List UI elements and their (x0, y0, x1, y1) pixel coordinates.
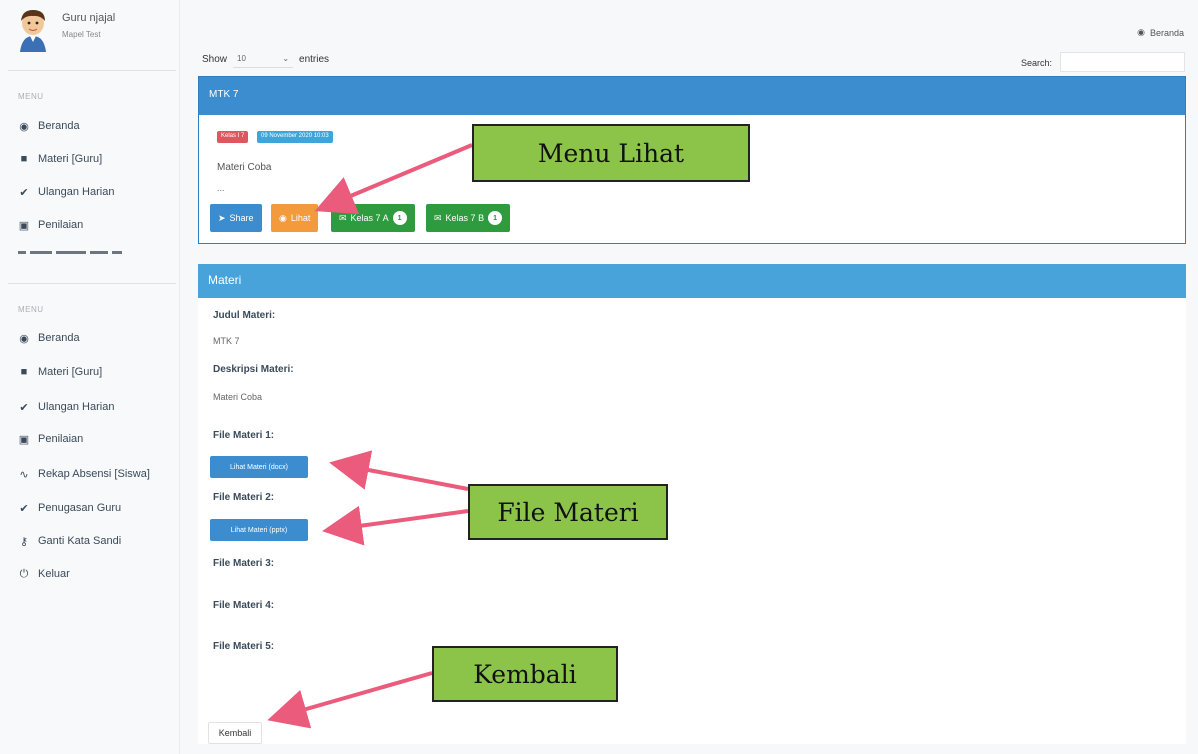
callout-menu-lihat: Menu Lihat (472, 124, 750, 182)
callout-file-materi: File Materi (468, 484, 668, 540)
avatar (20, 10, 46, 52)
dashboard-icon: ◉ (19, 332, 29, 345)
sidebar-item-label: Materi [Guru] (38, 366, 103, 378)
entries-select[interactable]: 10 ⌄ (233, 50, 294, 68)
user-profile: Guru njajal Mapel Test (14, 8, 174, 54)
sidebar-item-label: Beranda (38, 120, 80, 132)
entries-value: 10 (237, 54, 246, 63)
lihat-label: Lihat (290, 213, 311, 223)
sidebar-item-label: Penilaian (38, 219, 84, 231)
divider (8, 283, 176, 284)
deskripsi-materi-label: Deskripsi Materi: (213, 364, 294, 375)
sidebar-item-label: Beranda (38, 332, 80, 344)
sidebar-item-label: Materi [Guru] (38, 153, 103, 165)
file-materi-5-label: File Materi 5: (213, 641, 275, 652)
sidebar-item-label: Ulangan Harian (38, 186, 115, 198)
power-icon: ⏻ (19, 567, 29, 580)
count-badge: 1 (488, 211, 503, 225)
user-name: Guru njajal (62, 12, 116, 24)
sidebar-item-beranda[interactable]: ◉ Beranda (18, 117, 80, 135)
materi-detail-panel: Materi (198, 264, 1186, 744)
sidebar-item-ulangan-harian[interactable]: ✔ Ulangan Harian (18, 183, 114, 201)
breadcrumb[interactable]: ◉ Beranda (1137, 27, 1184, 38)
search-label: Search: (1021, 58, 1053, 68)
judul-materi-label: Judul Materi: (213, 310, 276, 321)
lihat-button[interactable]: ◉ Lihat (271, 204, 319, 232)
divider (8, 70, 176, 71)
callout-kembali: Kembali (432, 646, 618, 702)
kelas-7a-button[interactable]: ✉ Kelas 7 A1 (331, 204, 415, 232)
judul-materi-value: MTK 7 (213, 336, 240, 346)
date-badge: 09 November 2020 10:03 (257, 131, 333, 143)
file-materi-3-label: File Materi 3: (213, 558, 275, 569)
file-materi-1-label: File Materi 1: (213, 430, 275, 441)
sidebar-item-penugasan-guru[interactable]: ✔ Penugasan Guru (18, 499, 121, 517)
sidebar: Guru njajal Mapel Test MENU ◉ Beranda ■ Ma… (0, 0, 180, 754)
sidebar-item-label: Penugasan Guru (38, 502, 122, 514)
breadcrumb-label: Beranda (1149, 27, 1184, 38)
entries-label: entries (299, 53, 330, 65)
folder-icon: ■ (20, 366, 28, 378)
sidebar-item-label: Penilaian (38, 433, 84, 445)
lihat-materi-docx-button[interactable]: Lihat Materi (docx) (210, 456, 308, 478)
dashboard-icon: ◉ (1137, 27, 1145, 37)
share-label: Share (229, 213, 254, 223)
deskripsi-materi-value: Materi Coba (213, 392, 263, 402)
sidebar-item-materi-guru[interactable]: ■ Materi [Guru] (18, 150, 103, 168)
search-input[interactable] (1060, 52, 1185, 72)
kembali-button[interactable]: Kembali (208, 722, 262, 744)
folder-icon: ■ (20, 153, 28, 165)
class-badge: Kelas I 7 (217, 131, 249, 143)
lihat-materi-pptx-button[interactable]: Lihat Materi (pptx) (210, 519, 308, 541)
kelas-b-label: Kelas 7 B (445, 213, 485, 223)
entries-control: Show 10 ⌄ entries (202, 50, 329, 68)
check-icon: ✔ (19, 186, 29, 199)
card-description: Materi Coba (217, 162, 272, 173)
sidebar-item-ganti-kata-sandi[interactable]: ⚷ Ganti Kata Sandi (18, 532, 121, 550)
eye-icon: ◉ (279, 212, 287, 223)
sidebar-item-ulangan-harian[interactable]: ✔ Ulangan Harian (18, 398, 114, 416)
sidebar-item-materi-guru[interactable]: ■ Materi [Guru] (18, 363, 103, 381)
panel-title: Materi (198, 264, 1186, 298)
check-icon: ✔ (19, 502, 29, 515)
card-ellipsis: ... (217, 183, 225, 193)
sidebar-item-penilaian[interactable]: ▣ Penilaian (18, 430, 83, 448)
sidebar-item-keluar[interactable]: ⏻ Keluar (18, 565, 70, 583)
sidebar-item-rekap-absensi[interactable]: ∿ Rekap Absensi [Siswa] (18, 465, 150, 483)
card-title: MTK 7 (199, 77, 1185, 115)
file-materi-4-label: File Materi 4: (213, 600, 275, 611)
check-icon: ✔ (19, 401, 29, 414)
sidebar-item-label: Ulangan Harian (38, 401, 115, 413)
share-button[interactable]: ➤ Share (210, 204, 262, 232)
file-materi-2-label: File Materi 2: (213, 492, 275, 503)
chevron-down-icon: ⌄ (282, 54, 290, 63)
chart-icon: ∿ (19, 468, 29, 481)
menu-section-title: MENU (18, 305, 44, 314)
key-icon: ⚷ (19, 535, 29, 548)
sidebar-item-label: Keluar (38, 568, 70, 580)
sidebar-item-label: Rekap Absensi [Siswa] (38, 468, 150, 480)
envelope-icon: ✉ (434, 212, 442, 223)
cut-off-menu-item (18, 251, 148, 261)
kelas-7b-button[interactable]: ✉ Kelas 7 B1 (426, 204, 511, 232)
sidebar-item-penilaian[interactable]: ▣ Penilaian (18, 216, 83, 234)
grade-icon: ▣ (18, 433, 30, 446)
sidebar-item-label: Ganti Kata Sandi (38, 535, 122, 547)
sidebar-item-beranda[interactable]: ◉ Beranda (18, 329, 80, 347)
show-label: Show (202, 53, 228, 65)
main-content: ◉ Beranda Show 10 ⌄ entries Search: MTK 7 … (180, 0, 1198, 754)
dashboard-icon: ◉ (19, 120, 29, 133)
user-subject: Mapel Test (62, 30, 101, 39)
envelope-icon: ✉ (339, 212, 347, 223)
grade-icon: ▣ (18, 219, 30, 232)
menu-section-title: MENU (18, 92, 44, 101)
count-badge: 1 (392, 211, 407, 225)
paper-plane-icon: ➤ (218, 212, 226, 223)
kelas-a-label: Kelas 7 A (350, 213, 389, 223)
